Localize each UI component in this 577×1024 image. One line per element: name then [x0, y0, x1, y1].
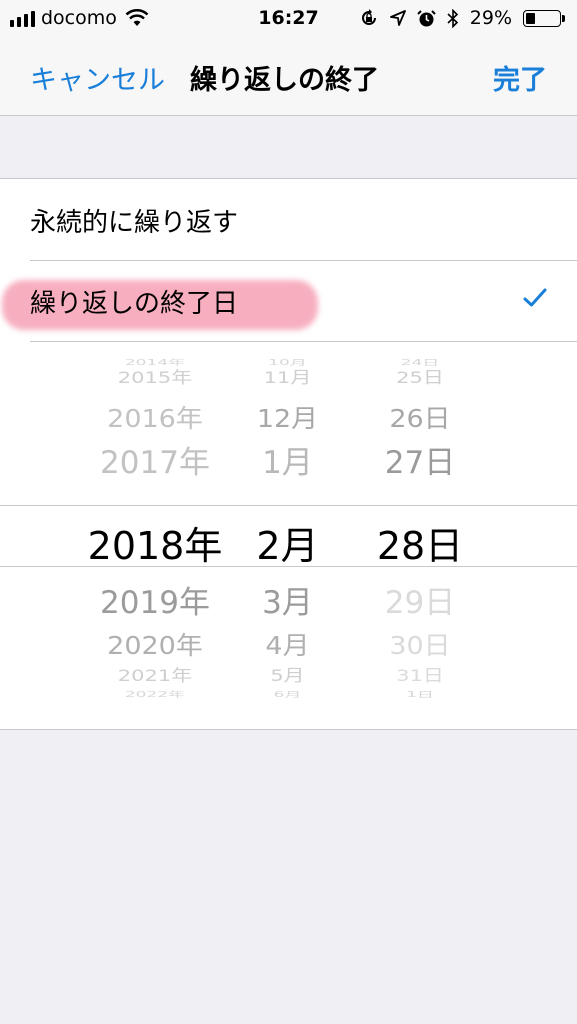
battery-icon: [523, 9, 565, 27]
repeat-end-options: 永続的に繰り返す 繰り返しの終了日 2014年 2015年 2016年 2017年 20…: [0, 178, 577, 730]
battery-percent: 29%: [469, 7, 512, 29]
picker-item[interactable]: 26日: [365, 399, 475, 435]
picker-item[interactable]: 3月: [240, 577, 335, 622]
picker-item[interactable]: 1日: [365, 688, 475, 699]
checkmark-icon: [523, 288, 547, 307]
done-button[interactable]: 完了: [493, 58, 547, 97]
picker-item[interactable]: 11月: [240, 365, 335, 388]
year-wheel[interactable]: 2014年 2015年 2016年 2017年 2018年 2019年 2020年 2021年…: [75, 342, 235, 730]
picker-item[interactable]: 1月: [240, 437, 335, 482]
picker-item[interactable]: 2022年: [75, 688, 235, 699]
location-icon: [389, 10, 406, 26]
picker-item[interactable]: 29日: [365, 577, 475, 622]
option-end-date[interactable]: 繰り返しの終了日: [0, 260, 577, 341]
picker-item[interactable]: 2020年: [75, 626, 235, 662]
picker-item-selected[interactable]: 2月: [240, 515, 335, 570]
picker-item-selected[interactable]: 28日: [365, 515, 475, 570]
status-right: 29%: [359, 7, 565, 29]
picker-item[interactable]: 2015年: [75, 365, 235, 388]
picker-item-selected[interactable]: 2018年: [75, 515, 235, 570]
picker-item[interactable]: 12月: [240, 399, 335, 435]
bluetooth-icon: [447, 8, 458, 28]
picker-item[interactable]: 5月: [240, 663, 335, 686]
option-repeat-forever[interactable]: 永続的に繰り返す: [0, 179, 577, 260]
cancel-button[interactable]: キャンセル: [30, 58, 165, 97]
option-label: 永続的に繰り返す: [30, 208, 239, 238]
alarm-icon: [417, 9, 436, 26]
month-wheel[interactable]: 10月 11月 12月 1月 2月 3月 4月 5月 6月: [240, 342, 335, 730]
picker-item[interactable]: 2016年: [75, 399, 235, 435]
orientation-lock-icon: [361, 9, 376, 25]
picker-item[interactable]: 6月: [240, 688, 335, 699]
day-wheel[interactable]: 24日 25日 26日 27日 28日 29日 30日 31日 1日: [365, 342, 475, 730]
option-label: 繰り返しの終了日: [30, 289, 239, 319]
status-bar: docomo 16:27 29%: [0, 0, 577, 38]
picker-item[interactable]: 25日: [365, 365, 475, 388]
nav-bar: キャンセル 繰り返しの終了 完了: [0, 38, 577, 116]
picker-item[interactable]: 2021年: [75, 663, 235, 686]
picker-item[interactable]: 2019年: [75, 577, 235, 622]
picker-item[interactable]: 4月: [240, 626, 335, 662]
picker-item[interactable]: 27日: [365, 437, 475, 482]
page-title: 繰り返しの終了: [190, 65, 379, 96]
picker-item[interactable]: 31日: [365, 663, 475, 686]
picker-item[interactable]: 30日: [365, 626, 475, 662]
date-picker[interactable]: 2014年 2015年 2016年 2017年 2018年 2019年 2020年 2021年…: [0, 342, 577, 730]
picker-item[interactable]: 2017年: [75, 437, 235, 482]
